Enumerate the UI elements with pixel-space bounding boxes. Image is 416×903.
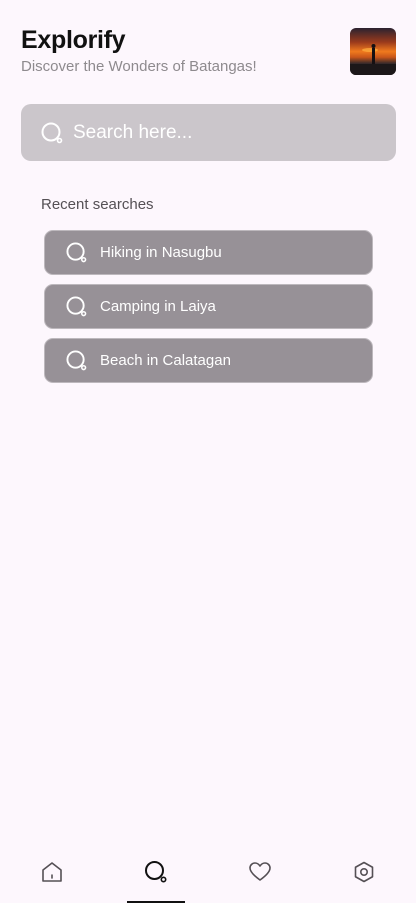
recent-search-label: Beach in Calatagan xyxy=(100,352,231,369)
app-title: Explorify xyxy=(21,26,126,54)
recent-search-item[interactable]: Beach in Calatagan xyxy=(44,338,373,383)
settings-icon xyxy=(352,860,376,884)
nav-favorites[interactable] xyxy=(208,847,312,903)
recent-search-label: Hiking in Nasugbu xyxy=(100,244,222,261)
profile-avatar[interactable] xyxy=(350,28,396,75)
nav-search[interactable] xyxy=(104,847,208,903)
bottom-nav xyxy=(0,847,416,903)
nav-home[interactable] xyxy=(0,847,104,903)
search-bar[interactable] xyxy=(21,104,396,161)
search-input[interactable] xyxy=(73,121,363,144)
nav-settings[interactable] xyxy=(312,847,416,903)
search-icon xyxy=(144,860,168,884)
search-icon xyxy=(41,122,63,144)
recent-searches-label: Recent searches xyxy=(41,196,154,213)
recent-searches-list: Hiking in Nasugbu Camping in Laiya Beach… xyxy=(44,230,373,392)
app-subtitle: Discover the Wonders of Batangas! xyxy=(21,58,257,75)
search-icon xyxy=(66,296,87,317)
app-header: Explorify Discover the Wonders of Batang… xyxy=(21,26,396,78)
home-icon xyxy=(40,860,64,884)
heart-icon xyxy=(248,860,272,884)
search-icon xyxy=(66,350,87,371)
recent-search-item[interactable]: Hiking in Nasugbu xyxy=(44,230,373,275)
search-icon xyxy=(66,242,87,263)
recent-search-label: Camping in Laiya xyxy=(100,298,216,315)
recent-search-item[interactable]: Camping in Laiya xyxy=(44,284,373,329)
